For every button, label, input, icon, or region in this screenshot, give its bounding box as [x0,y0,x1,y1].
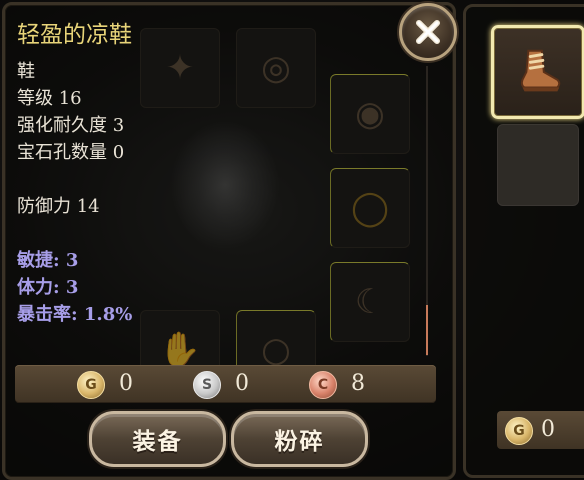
item-level: 等级 16 [17,88,82,109]
stat-bonus: 体力: 3 [17,277,79,298]
item-type: 鞋 [17,61,35,82]
inventory-slot[interactable]: ◎ [236,28,316,108]
silver-value: 0 [235,371,249,396]
stat-bonus: 暴击率: 1.8% [17,304,133,325]
equip-button[interactable]: 装备 [89,411,226,467]
equipment-slot[interactable] [497,124,579,206]
selected-item-slot[interactable] [491,25,584,119]
gold-ring-icon: ◯ [350,188,390,228]
gold-coin-icon: G [505,417,533,445]
item-name: 轻盈的凉鞋 [17,22,132,48]
side-gold-value: 0 [541,417,555,442]
claw-icon: ✦ [165,48,195,88]
item-defense: 防御力 14 [17,196,100,217]
gold-value: 0 [119,371,133,396]
copper-coin-icon: C [309,371,337,399]
smash-button[interactable]: 粉碎 [231,411,368,467]
copper-value: 8 [351,371,365,396]
silver-coin-icon: S [193,371,221,399]
scrollbar-thumb[interactable] [426,305,428,355]
gold-coin-icon: G [77,371,105,399]
character-preview [170,120,280,250]
item-gem-slots: 宝石孔数量 0 [17,142,125,163]
close-x-icon [416,20,440,44]
necklace-icon: ◎ [261,48,291,88]
side-gold-bar: G 0 [497,411,584,449]
item-tooltip: 轻盈的凉鞋 鞋 等级 16 强化耐久度 3 宝石孔数量 0 防御力 14 敏捷:… [17,20,132,328]
inventory-slot[interactable]: ◉ [330,74,410,154]
ring-icon: ◉ [355,94,385,134]
inventory-slot[interactable]: ☾ [330,262,410,342]
stat-bonus: 敏捷: 3 [17,250,79,271]
inventory-slot[interactable]: ◯ [330,168,410,248]
blade-icon: ☾ [354,282,386,322]
boot-icon [520,49,561,92]
item-durability: 强化耐久度 3 [17,115,125,136]
inventory-slot[interactable]: ✦ [140,28,220,108]
sell-price-bar: G 0 S 0 C 8 [15,365,436,403]
close-button[interactable] [399,3,457,61]
